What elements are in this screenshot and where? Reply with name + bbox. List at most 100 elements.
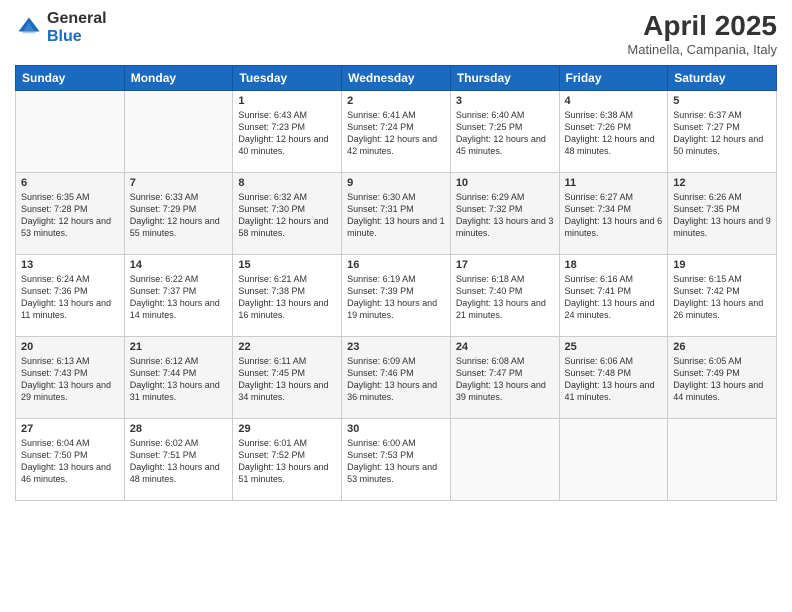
day-info: Sunrise: 6:18 AM Sunset: 7:40 PM Dayligh… — [456, 273, 554, 322]
calendar-cell: 14Sunrise: 6:22 AM Sunset: 7:37 PM Dayli… — [124, 255, 233, 337]
calendar-cell: 10 Sunrise: 6:29 AM Sunset: 7:32 PM Dayli… — [450, 173, 559, 255]
day-number: 13 — [21, 259, 119, 271]
day-number: 22 — [238, 341, 336, 353]
day-number: 10 — [456, 177, 554, 189]
day-number: 26 — [673, 341, 771, 353]
day-info: Sunrise: 6:15 AM Sunset: 7:42 PM Dayligh… — [673, 273, 771, 322]
day-info: Sunrise: 6:04 AM Sunset: 7:50 PM Dayligh… — [21, 437, 119, 486]
subtitle: Matinella, Campania, Italy — [627, 42, 777, 57]
calendar-cell: 12 Sunrise: 6:26 AM Sunset: 7:35 PM Dayli… — [668, 173, 777, 255]
day-info: Sunrise: 6:38 AM Sunset: 7:26 PM Dayligh… — [565, 109, 663, 158]
week-row-3: 13 Sunrise: 6:24 AM Sunset: 7:36 PM Dayli… — [16, 255, 777, 337]
calendar-cell — [16, 91, 125, 173]
calendar-cell — [668, 419, 777, 501]
day-info: Sunrise: 6:00 AM Sunset: 7:53 PM Dayligh… — [347, 437, 445, 486]
day-number: 7 — [130, 177, 228, 189]
day-info: Sunrise: 6:30 AM Sunset: 7:31 PM Dayligh… — [347, 191, 445, 240]
day-number: 12 — [673, 177, 771, 189]
day-number: 20 — [21, 341, 119, 353]
day-info: Sunrise: 6:29 AM Sunset: 7:32 PM Dayligh… — [456, 191, 554, 240]
day-number: 3 — [456, 95, 554, 107]
day-number: 27 — [21, 423, 119, 435]
calendar-cell: 22 Sunrise: 6:11 AM Sunset: 7:45 PM Dayli… — [233, 337, 342, 419]
calendar-cell: 4 Sunrise: 6:38 AM Sunset: 7:26 PM Daylig… — [559, 91, 668, 173]
calendar-cell: 6 Sunrise: 6:35 AM Sunset: 7:28 PM Daylig… — [16, 173, 125, 255]
calendar-cell: 8 Sunrise: 6:32 AM Sunset: 7:30 PM Daylig… — [233, 173, 342, 255]
day-info: Sunrise: 6:43 AM Sunset: 7:23 PM Dayligh… — [238, 109, 336, 158]
logo: General Blue — [15, 10, 107, 45]
calendar-cell: 2Sunrise: 6:41 AM Sunset: 7:24 PM Daylig… — [342, 91, 451, 173]
day-number: 5 — [673, 95, 771, 107]
day-info: Sunrise: 6:24 AM Sunset: 7:36 PM Dayligh… — [21, 273, 119, 322]
week-row-1: 1 Sunrise: 6:43 AM Sunset: 7:23 PM Daylig… — [16, 91, 777, 173]
logo-general-text: General — [47, 10, 107, 28]
day-info: Sunrise: 6:11 AM Sunset: 7:45 PM Dayligh… — [238, 355, 336, 404]
day-info: Sunrise: 6:35 AM Sunset: 7:28 PM Dayligh… — [21, 191, 119, 240]
day-number: 1 — [238, 95, 336, 107]
day-info: Sunrise: 6:05 AM Sunset: 7:49 PM Dayligh… — [673, 355, 771, 404]
calendar-cell: 5 Sunrise: 6:37 AM Sunset: 7:27 PM Daylig… — [668, 91, 777, 173]
calendar-cell: 19 Sunrise: 6:15 AM Sunset: 7:42 PM Dayli… — [668, 255, 777, 337]
day-info: Sunrise: 6:26 AM Sunset: 7:35 PM Dayligh… — [673, 191, 771, 240]
day-info: Sunrise: 6:21 AM Sunset: 7:38 PM Dayligh… — [238, 273, 336, 322]
day-info: Sunrise: 6:06 AM Sunset: 7:48 PM Dayligh… — [565, 355, 663, 404]
calendar-cell: 3 Sunrise: 6:40 AM Sunset: 7:25 PM Daylig… — [450, 91, 559, 173]
col-saturday: Saturday — [668, 66, 777, 91]
day-info: Sunrise: 6:32 AM Sunset: 7:30 PM Dayligh… — [238, 191, 336, 240]
day-number: 28 — [130, 423, 228, 435]
calendar-cell: 25 Sunrise: 6:06 AM Sunset: 7:48 PM Dayli… — [559, 337, 668, 419]
day-info: Sunrise: 6:12 AM Sunset: 7:44 PM Dayligh… — [130, 355, 228, 404]
calendar-cell: 15 Sunrise: 6:21 AM Sunset: 7:38 PM Dayli… — [233, 255, 342, 337]
day-number: 21 — [130, 341, 228, 353]
day-number: 19 — [673, 259, 771, 271]
day-info: Sunrise: 6:37 AM Sunset: 7:27 PM Dayligh… — [673, 109, 771, 158]
col-wednesday: Wednesday — [342, 66, 451, 91]
day-info: Sunrise: 6:02 AM Sunset: 7:51 PM Dayligh… — [130, 437, 228, 486]
calendar-cell: 9Sunrise: 6:30 AM Sunset: 7:31 PM Daylig… — [342, 173, 451, 255]
calendar-cell — [559, 419, 668, 501]
day-number: 2 — [347, 95, 445, 107]
day-number: 18 — [565, 259, 663, 271]
day-info: Sunrise: 6:01 AM Sunset: 7:52 PM Dayligh… — [238, 437, 336, 486]
week-row-4: 20 Sunrise: 6:13 AM Sunset: 7:43 PM Dayli… — [16, 337, 777, 419]
calendar-cell: 17 Sunrise: 6:18 AM Sunset: 7:40 PM Dayli… — [450, 255, 559, 337]
title-block: April 2025 Matinella, Campania, Italy — [627, 10, 777, 57]
calendar-cell: 13 Sunrise: 6:24 AM Sunset: 7:36 PM Dayli… — [16, 255, 125, 337]
calendar-cell: 24 Sunrise: 6:08 AM Sunset: 7:47 PM Dayli… — [450, 337, 559, 419]
calendar-cell: 29 Sunrise: 6:01 AM Sunset: 7:52 PM Dayli… — [233, 419, 342, 501]
day-number: 4 — [565, 95, 663, 107]
calendar-cell: 26 Sunrise: 6:05 AM Sunset: 7:49 PM Dayli… — [668, 337, 777, 419]
day-number: 16 — [347, 259, 445, 271]
day-number: 6 — [21, 177, 119, 189]
col-tuesday: Tuesday — [233, 66, 342, 91]
day-info: Sunrise: 6:16 AM Sunset: 7:41 PM Dayligh… — [565, 273, 663, 322]
calendar-cell: 28 Sunrise: 6:02 AM Sunset: 7:51 PM Dayli… — [124, 419, 233, 501]
day-number: 25 — [565, 341, 663, 353]
day-number: 15 — [238, 259, 336, 271]
day-info: Sunrise: 6:08 AM Sunset: 7:47 PM Dayligh… — [456, 355, 554, 404]
day-number: 8 — [238, 177, 336, 189]
col-sunday: Sunday — [16, 66, 125, 91]
day-number: 30 — [347, 423, 445, 435]
calendar-cell: 11Sunrise: 6:27 AM Sunset: 7:34 PM Dayli… — [559, 173, 668, 255]
calendar-header-row: Sunday Monday Tuesday Wednesday Thursday… — [16, 66, 777, 91]
calendar-cell: 1 Sunrise: 6:43 AM Sunset: 7:23 PM Daylig… — [233, 91, 342, 173]
day-number: 17 — [456, 259, 554, 271]
day-info: Sunrise: 6:22 AM Sunset: 7:37 PM Dayligh… — [130, 273, 228, 322]
col-monday: Monday — [124, 66, 233, 91]
col-thursday: Thursday — [450, 66, 559, 91]
day-info: Sunrise: 6:27 AM Sunset: 7:34 PM Dayligh… — [565, 191, 663, 240]
calendar-cell: 20 Sunrise: 6:13 AM Sunset: 7:43 PM Dayli… — [16, 337, 125, 419]
day-number: 24 — [456, 341, 554, 353]
calendar-cell: 30 Sunrise: 6:00 AM Sunset: 7:53 PM Dayli… — [342, 419, 451, 501]
day-number: 29 — [238, 423, 336, 435]
calendar-cell: 21 Sunrise: 6:12 AM Sunset: 7:44 PM Dayli… — [124, 337, 233, 419]
page: General Blue April 2025 Matinella, Campa… — [0, 0, 792, 612]
day-info: Sunrise: 6:13 AM Sunset: 7:43 PM Dayligh… — [21, 355, 119, 404]
calendar-cell — [124, 91, 233, 173]
calendar-cell: 27 Sunrise: 6:04 AM Sunset: 7:50 PM Dayli… — [16, 419, 125, 501]
day-info: Sunrise: 6:40 AM Sunset: 7:25 PM Dayligh… — [456, 109, 554, 158]
calendar-cell: 7Sunrise: 6:33 AM Sunset: 7:29 PM Daylig… — [124, 173, 233, 255]
calendar-table: Sunday Monday Tuesday Wednesday Thursday… — [15, 65, 777, 501]
col-friday: Friday — [559, 66, 668, 91]
